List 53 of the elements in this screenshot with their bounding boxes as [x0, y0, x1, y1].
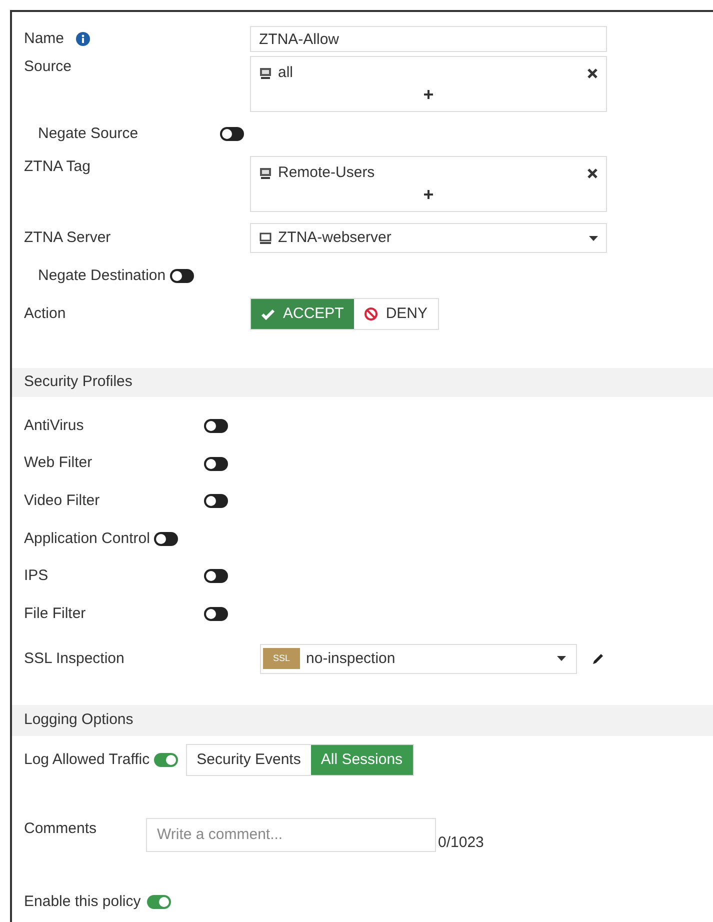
field-label: Negate Destination — [37, 266, 167, 286]
toggle-switch[interactable] — [204, 569, 228, 584]
toggle-switch[interactable] — [170, 269, 194, 283]
toggle-switch[interactable] — [146, 895, 171, 909]
field-label: ZTNA Server — [24, 228, 112, 248]
multi-select-field[interactable]: Remote-Users — [250, 156, 607, 212]
info-icon[interactable] — [76, 32, 90, 46]
computer-icon — [259, 66, 272, 80]
field-label: File Filter — [24, 604, 87, 624]
toggle-switch[interactable] — [154, 532, 178, 546]
close-icon[interactable] — [587, 68, 598, 79]
multi-select-field[interactable]: all — [250, 56, 607, 112]
accept-button[interactable]: ACCEPT — [251, 299, 354, 329]
field-label: SSL Inspection — [24, 648, 126, 669]
field-label: Name — [24, 28, 64, 49]
toggle-switch[interactable] — [204, 494, 228, 508]
field-label: Enable this policy — [24, 892, 141, 912]
log-mode-tab[interactable]: All Sessions — [310, 745, 413, 775]
field-label: AntiVirus — [24, 416, 85, 436]
comment-field[interactable]: Write a comment... — [146, 818, 436, 852]
selected-item: Remote-Users — [278, 163, 376, 183]
toggle-switch[interactable] — [220, 127, 244, 141]
field-label: Application Control — [24, 528, 151, 549]
toggle-switch[interactable] — [154, 753, 178, 767]
toggle-switch[interactable] — [204, 456, 228, 471]
field-label: IPS — [24, 566, 50, 586]
ssl-profile-dropdown[interactable]: SSL no-inspection — [260, 644, 577, 674]
plus-icon[interactable] — [424, 190, 433, 198]
section-header: Logging Options — [12, 704, 713, 736]
server-icon — [259, 232, 272, 244]
section-header: Security Profiles — [12, 368, 713, 398]
edit-icon[interactable] — [591, 652, 605, 666]
field-label: ZTNA Tag — [24, 157, 92, 177]
close-icon[interactable] — [587, 168, 598, 179]
field-label: Web Filter — [24, 453, 94, 474]
caret-icon — [589, 236, 598, 240]
selected-item: all — [278, 63, 294, 83]
toggle-switch[interactable] — [204, 419, 228, 434]
caret-icon — [557, 656, 566, 662]
field-label: Comments — [24, 818, 98, 839]
character-counter: 0/1023 — [438, 832, 484, 852]
name-input[interactable]: ZTNA-Allow — [250, 26, 607, 52]
check-icon — [261, 308, 275, 320]
field-label: Video Filter — [24, 491, 101, 512]
plus-icon[interactable] — [424, 90, 433, 98]
ssl-badge: SSL — [263, 648, 300, 670]
field-label: Log Allowed Traffic — [24, 750, 150, 770]
field-label: Source — [24, 57, 73, 77]
field-label: Action — [24, 304, 67, 324]
toggle-switch[interactable] — [204, 607, 228, 622]
prohibited-icon — [364, 307, 378, 321]
server-dropdown[interactable]: ZTNA-webserver — [250, 223, 607, 253]
field-label: Negate Source — [37, 124, 140, 144]
